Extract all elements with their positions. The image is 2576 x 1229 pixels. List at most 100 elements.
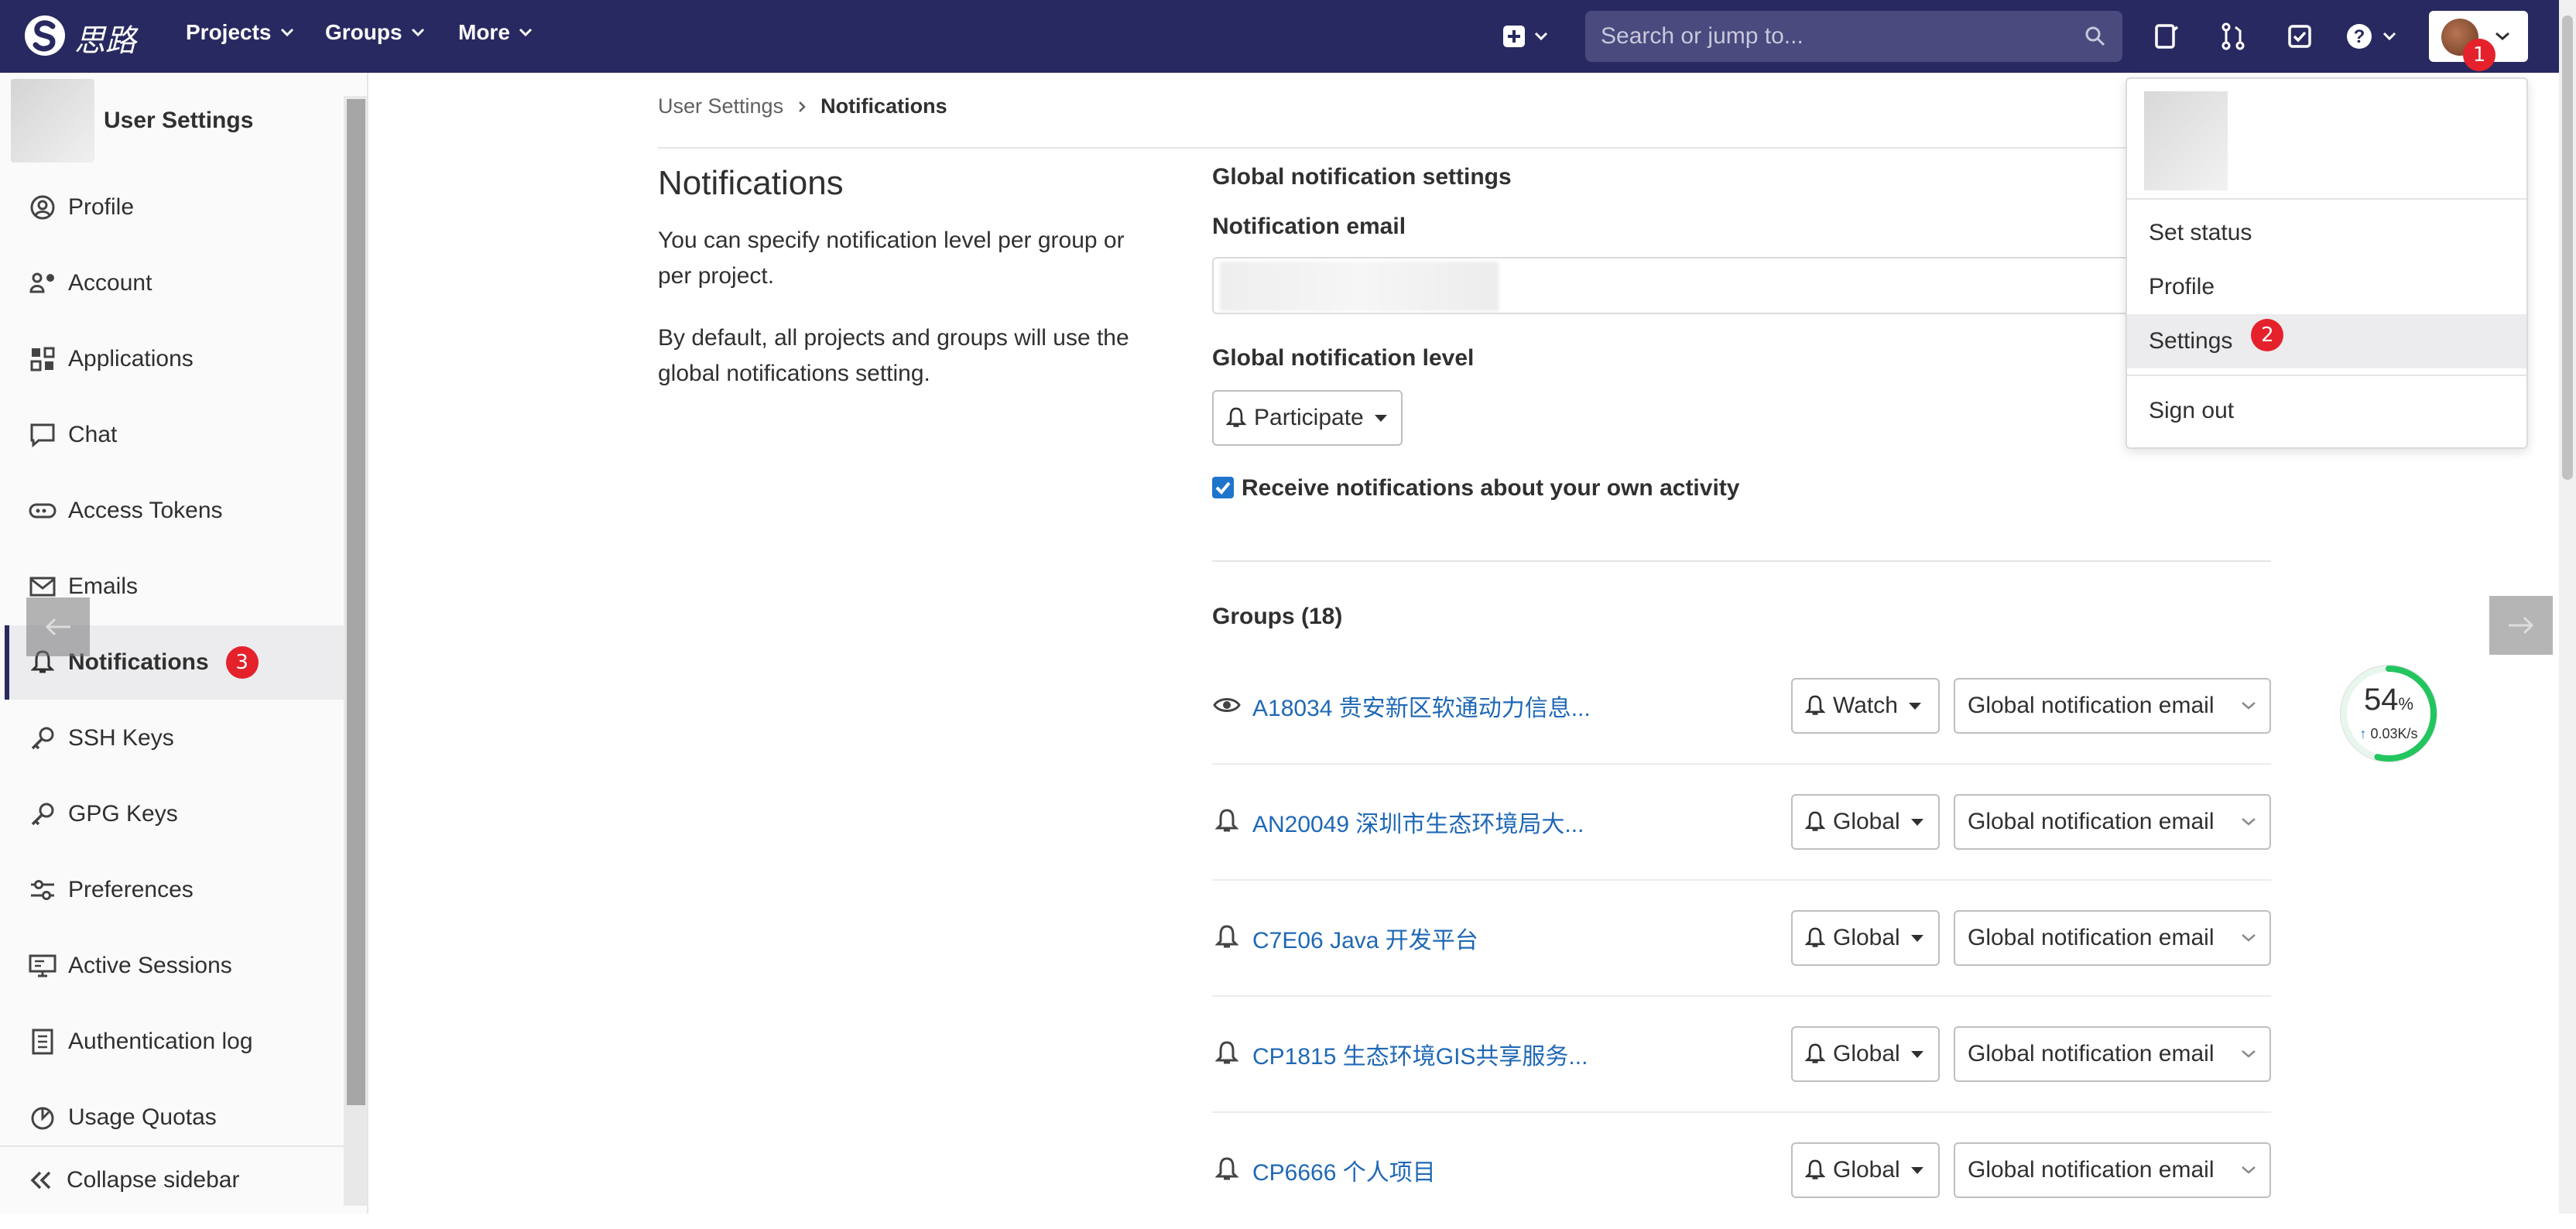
group-level-value: Global	[1833, 809, 1900, 834]
group-link[interactable]: CP6666 个人项目	[1252, 1153, 1436, 1187]
sidebar-item-label: Usage Quotas	[68, 1104, 217, 1130]
applications-icon	[28, 344, 57, 374]
group-email-select[interactable]: Global notification email	[1954, 910, 2271, 966]
menu-item-profile[interactable]: Profile	[2127, 260, 2526, 314]
sidebar-item-ssh-keys[interactable]: SSH Keys	[5, 701, 344, 775]
breadcrumb: User Settings Notifications	[658, 94, 947, 118]
sidebar-item-label: SSH Keys	[68, 725, 174, 751]
group-level-dropdown[interactable]: Watch	[1791, 678, 1940, 734]
global-level-dropdown[interactable]: Participate	[1212, 390, 1403, 446]
search-placeholder: Search or jump to...	[1601, 23, 1804, 49]
plus-square-icon	[1503, 26, 1548, 47]
own-activity-label[interactable]: Receive notifications about your own act…	[1242, 475, 1739, 502]
breadcrumb-parent[interactable]: User Settings	[658, 94, 783, 118]
sidebar-item-chat[interactable]: Chat	[5, 398, 344, 472]
sidebar-item-access-tokens[interactable]: Access Tokens	[5, 474, 344, 548]
new-item-dropdown[interactable]	[1492, 19, 1562, 54]
bell-icon	[1805, 811, 1825, 831]
nav-more-label: More	[458, 20, 510, 44]
global-level-label: Global notification level	[1212, 345, 1475, 371]
search-input[interactable]: Search or jump to...	[1585, 11, 2122, 62]
arrow-right-icon	[2509, 616, 2534, 635]
todos-icon[interactable]	[2282, 19, 2317, 54]
chevron-right-icon	[799, 101, 806, 112]
group-link[interactable]: AN20049 深圳市生态环境局大...	[1252, 805, 1584, 839]
nav-projects-label: Projects	[186, 20, 272, 44]
bell-icon	[1212, 806, 1242, 836]
sidebar-item-label: Emails	[68, 573, 139, 599]
bell-icon	[1805, 1159, 1825, 1179]
notification-email-label: Notification email	[1212, 214, 1406, 239]
collapse-sidebar-button[interactable]: Collapse sidebar	[0, 1145, 344, 1214]
page-scrollbar-thumb[interactable]	[2562, 15, 2573, 480]
issues-icon[interactable]	[2149, 19, 2184, 54]
key-icon	[28, 724, 57, 753]
page-description-default: By default, all projects and groups will…	[658, 325, 1129, 386]
chat-icon	[28, 420, 57, 450]
sidebar-item-label: GPG Keys	[68, 801, 178, 827]
speed-rate-value: 0.03K/s	[2370, 726, 2418, 741]
caret-down-icon	[1908, 702, 1921, 710]
sidebar-item-preferences[interactable]: Preferences	[5, 853, 344, 927]
user-dropdown-menu: Set status Profile Settings 2 Sign out	[2126, 77, 2528, 449]
sidebar-item-profile[interactable]: Profile	[5, 170, 344, 245]
group-level-dropdown[interactable]: Global	[1791, 1026, 1940, 1082]
speed-percent-value: 54	[2363, 683, 2399, 717]
next-arrow-button[interactable]	[2489, 596, 2553, 655]
group-level-value: Watch	[1833, 693, 1898, 718]
sidebar-scrollbar-thumb[interactable]	[347, 99, 365, 1105]
sidebar-item-label: Profile	[68, 194, 135, 220]
caret-down-icon	[1910, 818, 1923, 826]
global-level-value: Participate	[1254, 405, 1364, 430]
group-level-dropdown[interactable]: Global	[1791, 1142, 1940, 1198]
breadcrumb-current[interactable]: Notifications	[820, 94, 947, 118]
sidebar-item-gpg-keys[interactable]: GPG Keys	[5, 777, 344, 851]
sidebar-item-applications[interactable]: Applications	[5, 322, 344, 396]
help-dropdown[interactable]: ?	[2342, 19, 2407, 54]
sidebar-item-label: Authentication log	[68, 1029, 253, 1054]
svg-text:?: ?	[2354, 26, 2365, 47]
sidebar-item-active-sessions[interactable]: Active Sessions	[5, 929, 344, 1003]
divider	[1212, 560, 2271, 562]
chevron-down-icon	[411, 28, 424, 37]
notification-email-select[interactable]	[1212, 257, 2149, 314]
help-icon: ?	[2347, 24, 2396, 49]
avatar	[11, 79, 94, 163]
sidebar-item-label: Chat	[68, 422, 118, 447]
bell-icon	[1226, 407, 1246, 427]
sidebar-item-account[interactable]: Account	[5, 246, 344, 320]
merge-requests-icon[interactable]	[2215, 19, 2251, 54]
brand-name[interactable]: 思路	[74, 15, 136, 60]
sidebar-item-label: Access Tokens	[68, 498, 223, 523]
group-email-select[interactable]: Global notification email	[1954, 1026, 2271, 1082]
group-email-select[interactable]: Global notification email	[1954, 794, 2271, 850]
nav-projects[interactable]: Projects	[186, 20, 295, 45]
group-level-dropdown[interactable]: Global	[1791, 794, 1940, 850]
menu-item-set-status[interactable]: Set status	[2127, 206, 2526, 260]
nav-groups[interactable]: Groups	[325, 20, 426, 45]
sidebar-item-label: Account	[68, 270, 152, 296]
prev-arrow-button[interactable]	[26, 597, 90, 656]
group-email-select[interactable]: Global notification email	[1954, 1142, 2271, 1198]
group-link[interactable]: A18034 贵安新区软通动力信息...	[1252, 689, 1591, 723]
user-menu-button[interactable]: 1	[2429, 11, 2528, 71]
bell-icon	[1212, 1039, 1242, 1068]
logo-icon[interactable]	[23, 12, 67, 59]
network-speed-widget[interactable]: 54% ↑ 0.03K/s	[2336, 659, 2441, 768]
nav-more[interactable]: More	[458, 20, 533, 45]
chevron-down-icon	[2242, 702, 2256, 710]
sidebar-item-authentication-log[interactable]: Authentication log	[5, 1005, 344, 1079]
menu-item-sign-out[interactable]: Sign out	[2127, 384, 2526, 438]
sidebar-header[interactable]: User Settings	[11, 79, 253, 163]
group-email-select[interactable]: Global notification email	[1954, 678, 2271, 734]
group-email-value: Global notification email	[1968, 809, 2215, 834]
key-icon	[28, 799, 57, 829]
group-link[interactable]: C7E06 Java 开发平台	[1252, 921, 1478, 955]
menu-item-settings[interactable]: Settings 2	[2127, 314, 2526, 368]
global-settings-heading: Global notification settings	[1212, 164, 1512, 190]
group-link[interactable]: CP1815 生态环境GIS共享服务...	[1252, 1037, 1588, 1071]
group-level-dropdown[interactable]: Global	[1791, 910, 1940, 966]
sidebar-item-usage-quotas[interactable]: Usage Quotas	[5, 1080, 344, 1155]
collapse-sidebar-label: Collapse sidebar	[67, 1167, 240, 1193]
own-activity-checkbox[interactable]	[1212, 477, 1234, 498]
